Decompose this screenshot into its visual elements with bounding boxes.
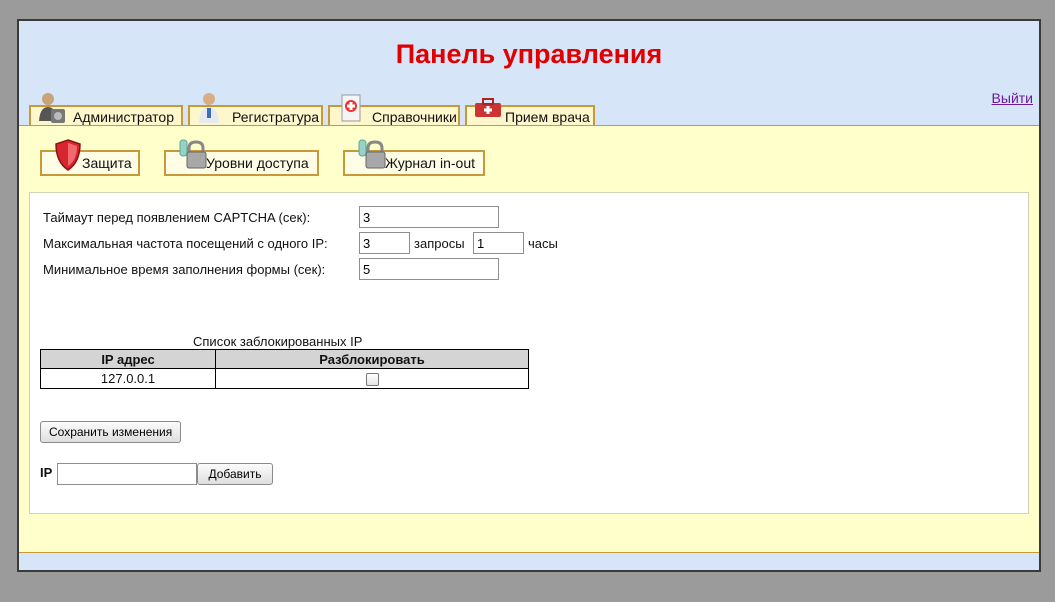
tab-content: Защита Уровни доступа Журнал in-out Тайм… [19,125,1039,554]
subtab-in-out-log[interactable]: Журнал in-out [343,139,485,176]
min-fill-time-label: Минимальное время заполнения формы (сек)… [43,262,326,277]
ip-cell: 127.0.0.1 [40,368,216,389]
column-header-unblock: Разблокировать [215,349,529,369]
captcha-timeout-label: Таймаут перед появлением CAPTCHA (сек): [43,210,311,225]
tab-label: Администратор [73,109,175,125]
ip-label: IP [40,465,53,480]
max-rate-label: Максимальная частота посещений с одного … [43,236,328,251]
table-header-row: IP адрес Разблокировать [40,349,529,369]
blocked-ip-table: IP адрес Разблокировать 127.0.0.1 [40,349,529,389]
table-row: 127.0.0.1 [40,368,529,389]
min-fill-time-input[interactable] [359,258,499,280]
column-header-ip: IP адрес [40,349,216,369]
unblock-cell [215,368,529,389]
ip-input[interactable] [57,463,197,485]
receptionist-icon [199,93,219,123]
unblock-checkbox[interactable] [365,373,379,387]
tab-label: Справочники [372,109,457,125]
medical-reference-icon [341,94,361,122]
tab-label: Регистратура [232,109,320,125]
save-changes-button[interactable]: Сохранить изменения [40,421,182,443]
tab-label: Прием врача [505,109,590,125]
subtab-access-levels[interactable]: Уровни доступа [164,139,319,176]
tab-registry[interactable]: Регистратура [188,93,323,127]
max-rate-requests-input[interactable] [359,232,410,254]
tab-references[interactable]: Справочники [328,94,460,127]
subtab-label: Уровни доступа [206,155,309,171]
security-settings-panel: Таймаут перед появлением CAPTCHA (сек): … [29,192,1029,514]
subtab-label: Журнал in-out [385,155,475,171]
captcha-timeout-input[interactable] [359,206,499,228]
footer-strip [19,552,1039,570]
lock-key-icon [179,139,207,169]
lock-key-icon [358,139,386,169]
add-ip-button[interactable]: Добавить [197,463,273,485]
requests-label: запросы [414,236,465,251]
logout-link[interactable]: Выйти [992,90,1033,106]
medical-case-icon [475,98,501,117]
max-rate-hours-input[interactable] [473,232,524,254]
shield-icon [55,139,81,171]
hours-label: часы [528,236,558,251]
subtab-security[interactable]: Защита [40,139,140,176]
admin-user-icon [39,93,65,123]
tab-administrator[interactable]: Администратор [29,93,183,127]
blocked-ip-caption: Список заблокированных IP [193,334,363,349]
main-window: Панель управления Выйти Администратор Ре… [17,19,1041,572]
subtab-label: Защита [82,155,132,171]
tab-doctor-appointment[interactable]: Прием врача [465,98,595,127]
page-title: Панель управления [395,39,663,69]
